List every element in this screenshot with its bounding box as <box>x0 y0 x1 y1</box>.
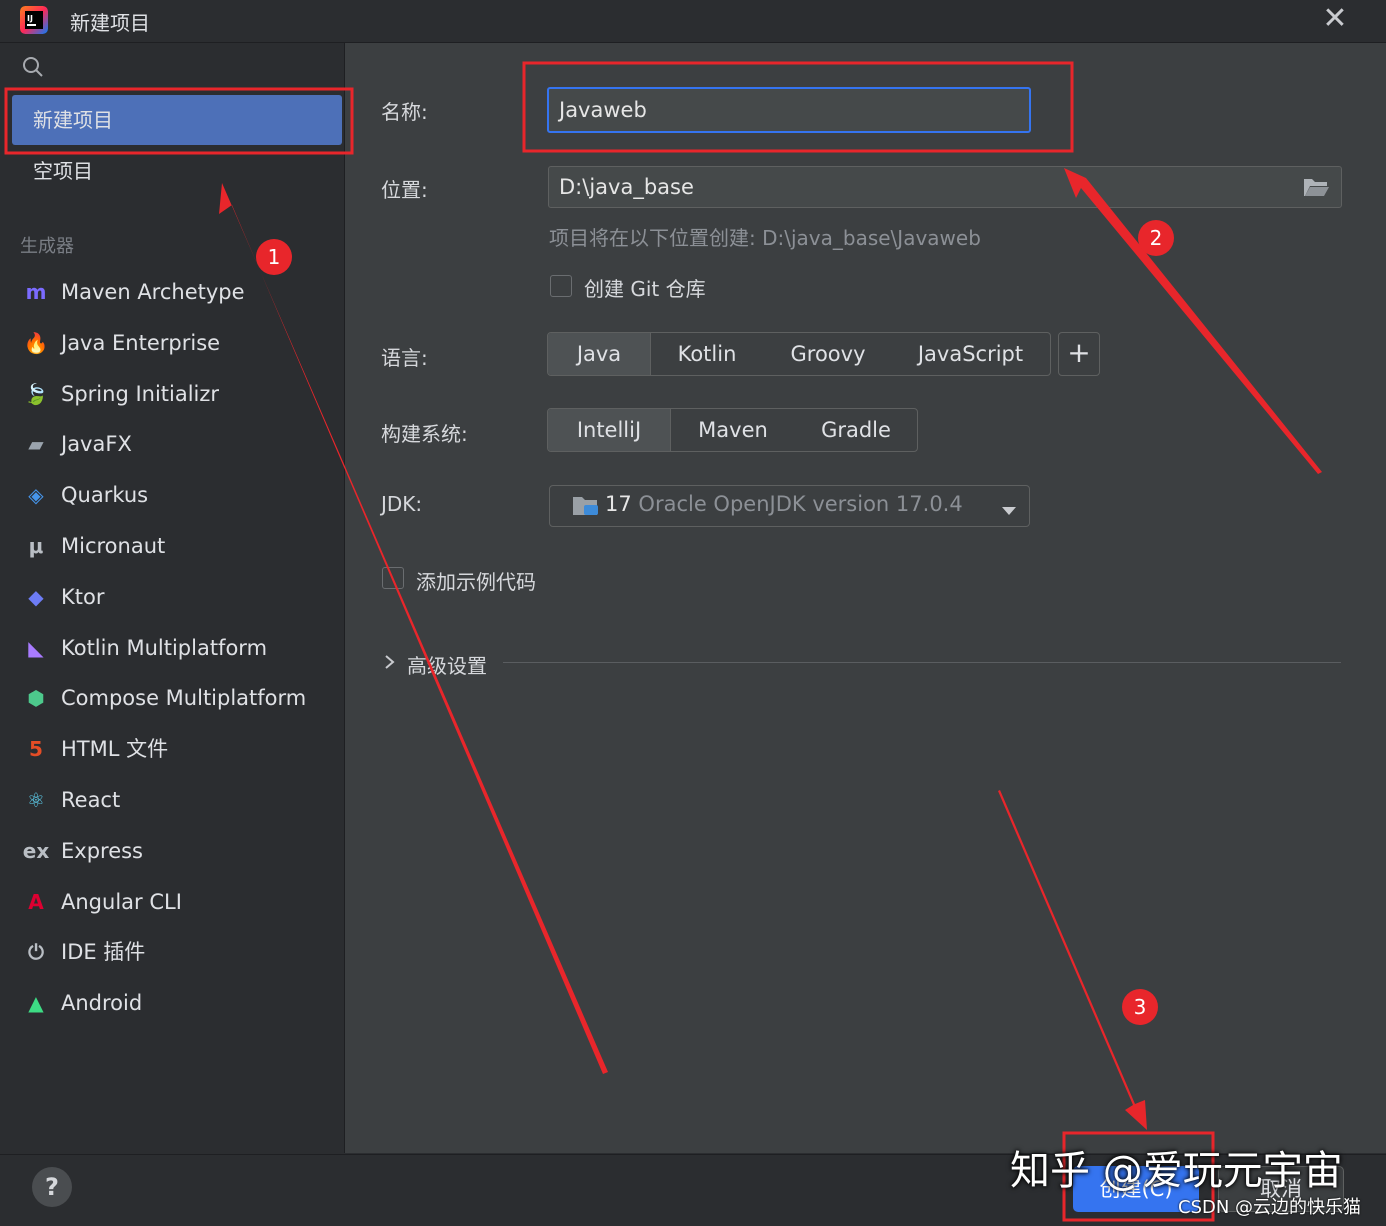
plugin-icon: ⏻ <box>28 940 44 965</box>
generator-ide[interactable]: ⏻ IDE 插件 <box>20 932 340 972</box>
micronaut-icon: μ <box>28 534 44 558</box>
jdk-name: Oracle OpenJDK version 17.0.4 <box>638 492 963 516</box>
name-label: 名称: <box>381 100 428 124</box>
generator-label: HTML 文件 <box>61 737 169 762</box>
quarkus-icon: ◈ <box>28 483 44 508</box>
location-label: 位置: <box>381 178 428 202</box>
generator-angular-cli[interactable]: A Angular CLI <box>20 882 340 922</box>
close-icon[interactable]: ✕ <box>1318 2 1352 36</box>
folder-open-icon[interactable] <box>1302 176 1330 198</box>
angular-icon: A <box>28 889 44 914</box>
generator-label: Ktor <box>61 584 105 609</box>
jdk-selection: 17 Oracle OpenJDK version 17.0.4 <box>605 492 963 516</box>
help-button[interactable]: ? <box>32 1167 72 1207</box>
generator-label: Express <box>61 838 144 863</box>
generator-ktor[interactable]: ◆ Ktor <box>20 577 340 617</box>
react-icon: ⚛ <box>27 788 45 812</box>
language-label: 语言: <box>381 346 428 370</box>
android-icon: ▲ <box>28 991 44 1016</box>
generator-java-enterprise[interactable]: 🔥 Java Enterprise <box>20 323 340 363</box>
generator-label: Maven Archetype <box>61 280 245 304</box>
generator-label: Angular CLI <box>61 889 182 914</box>
express-icon: ex <box>22 838 50 863</box>
generator-label: Kotlin Multiplatform <box>61 635 268 660</box>
title-bar <box>0 0 1386 43</box>
language-option-kotlin[interactable]: Kotlin <box>651 333 763 375</box>
sidebar-item-new-project[interactable]: 新建项目 <box>12 95 342 145</box>
generator-label: Android <box>61 991 143 1016</box>
java-enterprise-icon: 🔥 <box>23 330 49 355</box>
generator-android[interactable]: ▲ Android <box>20 983 340 1023</box>
generator-label: Micronaut <box>61 534 166 558</box>
generator-micronaut[interactable]: μ Micronaut <box>20 526 340 566</box>
generator-label: Spring Initializr <box>61 381 220 406</box>
advanced-settings-toggle[interactable]: 高级设置 <box>407 650 487 679</box>
generator-label: Quarkus <box>61 483 149 508</box>
language-option-groovy[interactable]: Groovy <box>763 333 893 375</box>
generator-label: JavaFX <box>61 432 132 457</box>
jdk-folder-icon <box>572 494 600 518</box>
sample-code-checkbox[interactable] <box>382 567 404 589</box>
build-option-intellij[interactable]: IntelliJ <box>548 409 671 451</box>
generator-kotlin-multiplatform[interactable]: ◣ Kotlin Multiplatform <box>20 628 340 668</box>
search-icon[interactable] <box>22 56 44 78</box>
location-input[interactable]: D:\java_base <box>548 166 1342 208</box>
location-value: D:\java_base <box>559 175 694 199</box>
spring-icon: 🍃 <box>23 381 49 406</box>
generator-label: React <box>61 788 121 812</box>
add-language-button[interactable]: + <box>1058 332 1100 376</box>
generator-maven-archetype[interactable]: m Maven Archetype <box>20 272 340 312</box>
generator-label: IDE 插件 <box>61 940 146 965</box>
generator-label: Java Enterprise <box>61 330 221 355</box>
sample-code-label: 添加示例代码 <box>416 570 536 594</box>
compose-icon: ⬢ <box>27 686 45 711</box>
main-panel <box>345 43 1386 1153</box>
generator-javafx[interactable]: ▰ JavaFX <box>20 424 340 464</box>
language-option-javascript[interactable]: JavaScript <box>893 333 1048 375</box>
language-selector: Java Kotlin Groovy JavaScript <box>547 332 1051 376</box>
generator-compose-multiplatform[interactable]: ⬢ Compose Multiplatform <box>20 678 340 718</box>
csdn-watermark: CSDN @云边的快乐猫 <box>1178 1197 1362 1218</box>
git-checkbox[interactable] <box>550 275 572 297</box>
name-input[interactable]: Javaweb <box>547 87 1031 133</box>
advanced-divider <box>503 662 1341 663</box>
generator-spring-initializr[interactable]: 🍃 Spring Initializr <box>20 374 340 414</box>
location-hint: 项目将在以下位置创建: D:\java_base\Javaweb <box>549 226 981 250</box>
git-label: 创建 Git 仓库 <box>584 277 706 301</box>
generator-express[interactable]: ex Express <box>20 831 340 871</box>
ktor-icon: ◆ <box>28 584 44 609</box>
maven-icon: m <box>25 280 47 304</box>
chevron-right-icon[interactable] <box>382 652 398 672</box>
build-system-selector: IntelliJ Maven Gradle <box>547 408 918 452</box>
generators-section-label: 生成器 <box>20 236 74 257</box>
javafx-folder-icon: ▰ <box>28 432 44 457</box>
generator-label: Compose Multiplatform <box>61 686 307 711</box>
generator-react[interactable]: ⚛ React <box>20 780 340 820</box>
zhihu-watermark: 知乎 @爱玩元宇宙 <box>1010 1148 1343 1194</box>
build-option-maven[interactable]: Maven <box>671 409 795 451</box>
intellij-icon: IJ <box>20 6 48 34</box>
window-title: 新建项目 <box>70 11 150 35</box>
chevron-down-icon <box>1001 501 1017 515</box>
generator-quarkus[interactable]: ◈ Quarkus <box>20 475 340 515</box>
kotlin-icon: ◣ <box>28 635 44 660</box>
jdk-label: JDK: <box>381 492 423 516</box>
html5-icon: 5 <box>29 737 43 762</box>
sidebar-item-empty-project[interactable]: 空项目 <box>12 146 342 196</box>
jdk-version: 17 <box>605 492 632 516</box>
generator-html[interactable]: 5 HTML 文件 <box>20 729 340 769</box>
language-option-java[interactable]: Java <box>548 333 651 375</box>
build-option-gradle[interactable]: Gradle <box>795 409 917 451</box>
svg-text:IJ: IJ <box>27 14 33 23</box>
build-system-label: 构建系统: <box>381 422 468 446</box>
